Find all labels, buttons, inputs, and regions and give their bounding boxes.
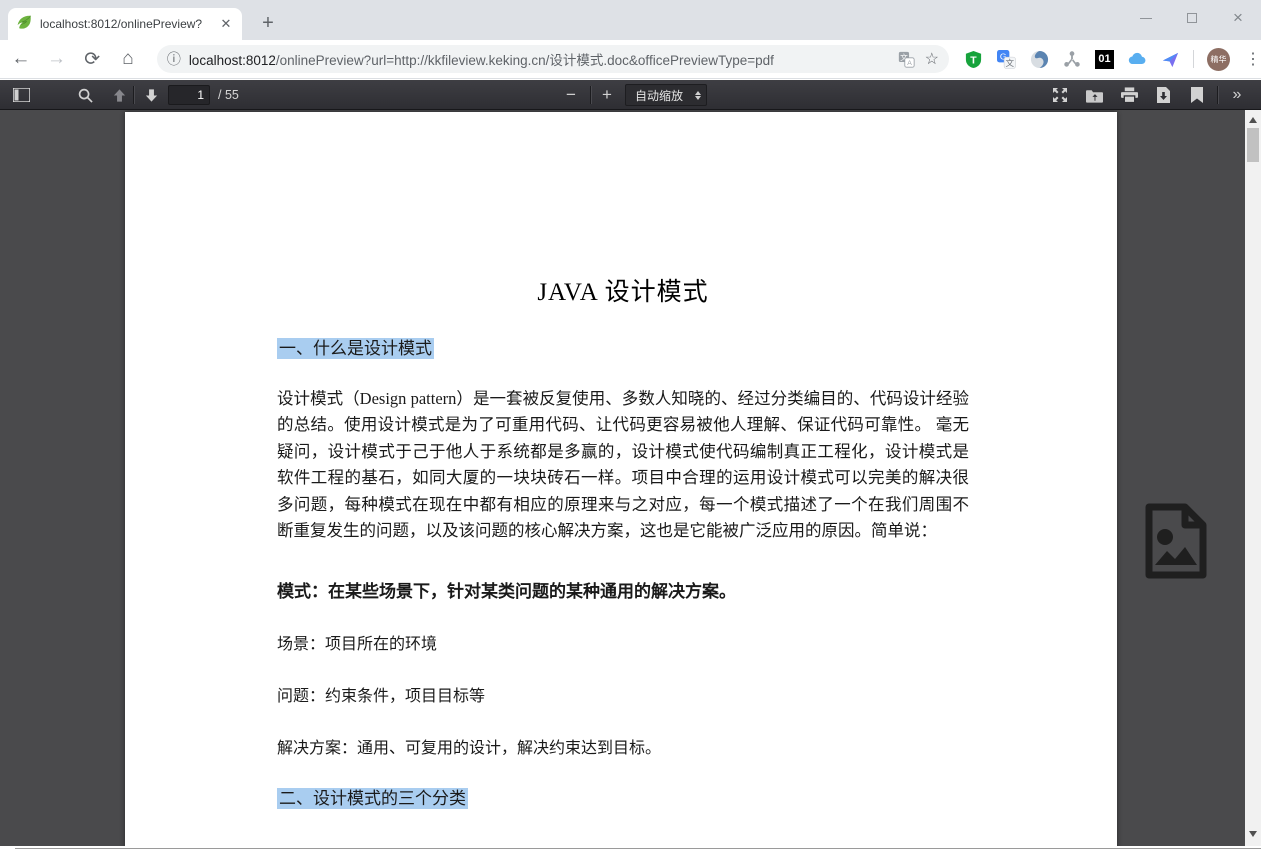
pdf-toolbar: / 55 − + 自动缩放 » (0, 80, 1261, 110)
text-line: 解决方案：通用、可复用的设计，解决约束达到目标。 (277, 734, 969, 758)
scrollbar-thumb[interactable] (1247, 128, 1259, 162)
svg-text:文: 文 (1005, 56, 1014, 67)
pdf-page: JAVA 设计模式 一、什么是设计模式 设计模式（Design pattern）… (125, 112, 1117, 846)
spring-leaf-favicon-icon (16, 14, 32, 35)
window-close-button[interactable]: × (1231, 11, 1245, 25)
page-info-icon[interactable]: ⓘ (167, 49, 181, 69)
cloud-extension-icon[interactable] (1127, 49, 1147, 69)
paragraph: 设计模式（Design pattern）是一套被反复使用、多数人知晓的、经过分类… (277, 386, 969, 544)
toolbar-divider (133, 86, 134, 104)
sitemap-extension-icon[interactable] (1062, 49, 1082, 69)
bold-line: 模式：在某些场景下，针对某类问题的某种通用的解决方案。 (277, 577, 969, 602)
pdf-viewer-area[interactable]: JAVA 设计模式 一、什么是设计模式 设计模式（Design pattern）… (0, 110, 1245, 846)
more-tools-icon[interactable]: » (1224, 80, 1250, 110)
zoom-select[interactable]: 自动缩放 (625, 84, 707, 106)
scrollbar[interactable] (1245, 110, 1261, 846)
browser-window: localhost:8012/onlinePreview? ✕ + × ← → … (0, 0, 1261, 857)
toolbar-divider (1217, 86, 1218, 104)
zoom-select-value: 自动缩放 (635, 87, 695, 104)
url-path: /onlinePreview?url=http://kkfileview.kek… (276, 53, 774, 68)
swirl-circle-extension-icon[interactable] (1029, 49, 1049, 69)
back-icon[interactable]: ← (6, 44, 36, 74)
text-line: 场景：项目所在的环境 (277, 630, 969, 654)
profile-avatar[interactable]: 精华 (1207, 48, 1230, 71)
window-minimize-button[interactable] (1139, 11, 1153, 25)
url-text[interactable]: localhost:8012/onlinePreview?url=http://… (189, 49, 889, 69)
browser-tab[interactable]: localhost:8012/onlinePreview? ✕ (8, 8, 242, 40)
green-shield-extension-icon[interactable]: T (963, 49, 983, 69)
window-maximize-button[interactable] (1185, 11, 1199, 25)
badge-01-extension-icon[interactable]: 01 (1095, 50, 1114, 69)
new-tab-button[interactable]: + (254, 10, 282, 38)
tab-strip: localhost:8012/onlinePreview? ✕ + × (0, 0, 1261, 40)
translate-page-icon[interactable]: 文A (897, 49, 917, 69)
next-page-icon[interactable] (138, 80, 164, 110)
extensions-row: T G文 01 精华 ⋮ (963, 48, 1261, 71)
chrome-menu-icon[interactable]: ⋮ (1245, 49, 1261, 69)
window-controls: × (1139, 4, 1245, 32)
toolbar-divider (590, 86, 591, 104)
svg-text:T: T (970, 55, 977, 66)
tab-title: localhost:8012/onlinePreview? (40, 17, 210, 31)
open-file-icon[interactable] (1081, 80, 1107, 110)
bottom-edge-line (15, 848, 1261, 849)
extensions-divider (1193, 50, 1194, 68)
url-bar[interactable]: ⓘ localhost:8012/onlinePreview?url=http:… (157, 45, 949, 73)
bird-extension-icon[interactable] (1160, 49, 1180, 69)
image-file-icon[interactable] (1141, 503, 1211, 579)
search-icon[interactable] (72, 80, 98, 110)
previous-page-icon[interactable] (106, 80, 132, 110)
document-content: JAVA 设计模式 一、什么是设计模式 设计模式（Design pattern）… (277, 112, 969, 846)
zoom-out-icon[interactable]: − (558, 80, 584, 110)
sidebar-toggle-icon[interactable] (8, 80, 34, 110)
page-bottom-strip (0, 846, 1261, 857)
presentation-mode-icon[interactable] (1047, 80, 1073, 110)
text-line: 问题：约束条件，项目目标等 (277, 682, 969, 706)
section-heading: 二、设计模式的三个分类 (277, 784, 969, 809)
zoom-in-icon[interactable]: + (594, 80, 620, 110)
bookmark-view-icon[interactable] (1184, 80, 1210, 110)
download-icon[interactable] (1150, 80, 1176, 110)
scroll-down-icon[interactable] (1245, 826, 1261, 842)
document-title: JAVA 设计模式 (277, 272, 969, 308)
reload-icon[interactable]: ⟳ (77, 44, 107, 74)
scroll-up-icon[interactable] (1245, 112, 1261, 128)
url-host: localhost:8012 (189, 53, 276, 68)
translate-extension-icon[interactable]: G文 (996, 49, 1016, 69)
forward-icon[interactable]: → (42, 44, 72, 74)
print-icon[interactable] (1116, 80, 1142, 110)
tab-close-icon[interactable]: ✕ (218, 16, 234, 32)
svg-text:A: A (907, 60, 912, 67)
select-caret-icon (695, 91, 701, 100)
section-heading: 一、什么是设计模式 (277, 334, 969, 359)
page-number-input[interactable] (168, 85, 210, 105)
navigation-bar: ← → ⟳ ⌂ ⓘ localhost:8012/onlinePreview?u… (0, 40, 1261, 79)
home-icon[interactable]: ⌂ (113, 44, 143, 74)
page-count-label: / 55 (218, 80, 239, 110)
bookmark-star-icon[interactable]: ☆ (925, 49, 939, 69)
